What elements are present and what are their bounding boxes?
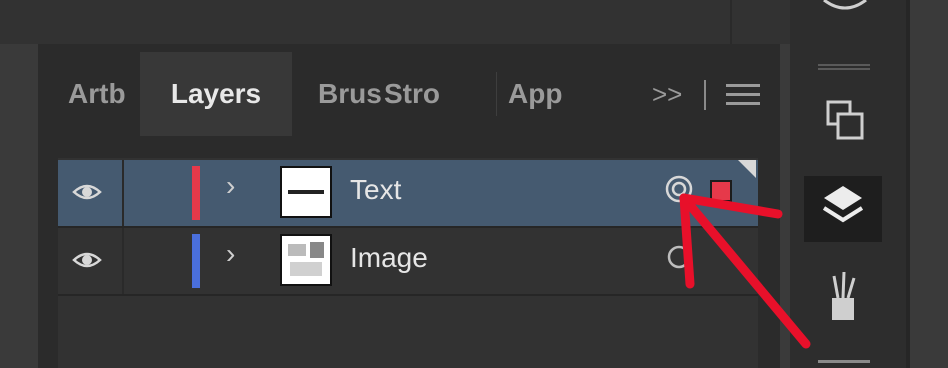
artboards-icon xyxy=(826,100,864,140)
toolbar-divider xyxy=(730,0,732,44)
workspace-background xyxy=(910,0,948,368)
tab-layers[interactable]: Layers xyxy=(140,52,292,136)
target-icon[interactable] xyxy=(664,174,694,204)
layers-dock-button[interactable] xyxy=(804,176,882,242)
eye-icon[interactable] xyxy=(72,180,102,204)
tab-divider xyxy=(292,52,293,136)
tab-divider xyxy=(496,72,497,116)
dock-top-icon[interactable] xyxy=(820,0,870,14)
layers-icon xyxy=(822,186,864,223)
layer-color-strip xyxy=(192,234,200,288)
selection-corner-marker xyxy=(738,160,756,178)
selection-indicator[interactable] xyxy=(710,180,732,202)
tab-appearance[interactable]: App xyxy=(508,52,586,136)
brushes-icon xyxy=(832,271,856,320)
top-toolbar-strip xyxy=(0,0,790,44)
chevron-right-icon[interactable]: › xyxy=(226,170,235,202)
tab-overflow-button[interactable]: >> xyxy=(652,52,696,136)
layer-row-text[interactable]: › Text xyxy=(58,160,758,226)
brushes-dock-button[interactable] xyxy=(804,262,882,328)
column-divider xyxy=(122,228,124,294)
tab-bar-separator xyxy=(704,80,706,110)
column-divider xyxy=(122,160,124,226)
target-icon[interactable] xyxy=(664,242,694,272)
tab-artboards[interactable]: Artb xyxy=(68,52,140,136)
layer-color-strip xyxy=(192,166,200,220)
artboards-dock-button[interactable] xyxy=(804,90,882,156)
layer-name[interactable]: Text xyxy=(350,174,401,206)
layer-thumbnail xyxy=(280,166,332,218)
row-divider xyxy=(58,294,758,296)
layer-thumbnail xyxy=(280,234,332,286)
tab-brushes[interactable]: Brus xyxy=(318,52,390,136)
hamburger-menu-icon[interactable] xyxy=(726,84,760,106)
layers-list: › Text › Image xyxy=(58,158,758,368)
layer-name[interactable]: Image xyxy=(350,242,428,274)
panel-dock xyxy=(790,0,910,368)
eye-icon[interactable] xyxy=(72,248,102,272)
drag-grip-icon[interactable] xyxy=(818,64,870,70)
dock-divider xyxy=(818,360,870,363)
chevron-right-icon[interactable]: › xyxy=(226,238,235,270)
tab-stroke[interactable]: Stro xyxy=(384,52,462,136)
panel-tab-bar: Artb Layers Brus Stro App >> xyxy=(38,52,780,136)
layer-row-image[interactable]: › Image xyxy=(58,228,758,294)
